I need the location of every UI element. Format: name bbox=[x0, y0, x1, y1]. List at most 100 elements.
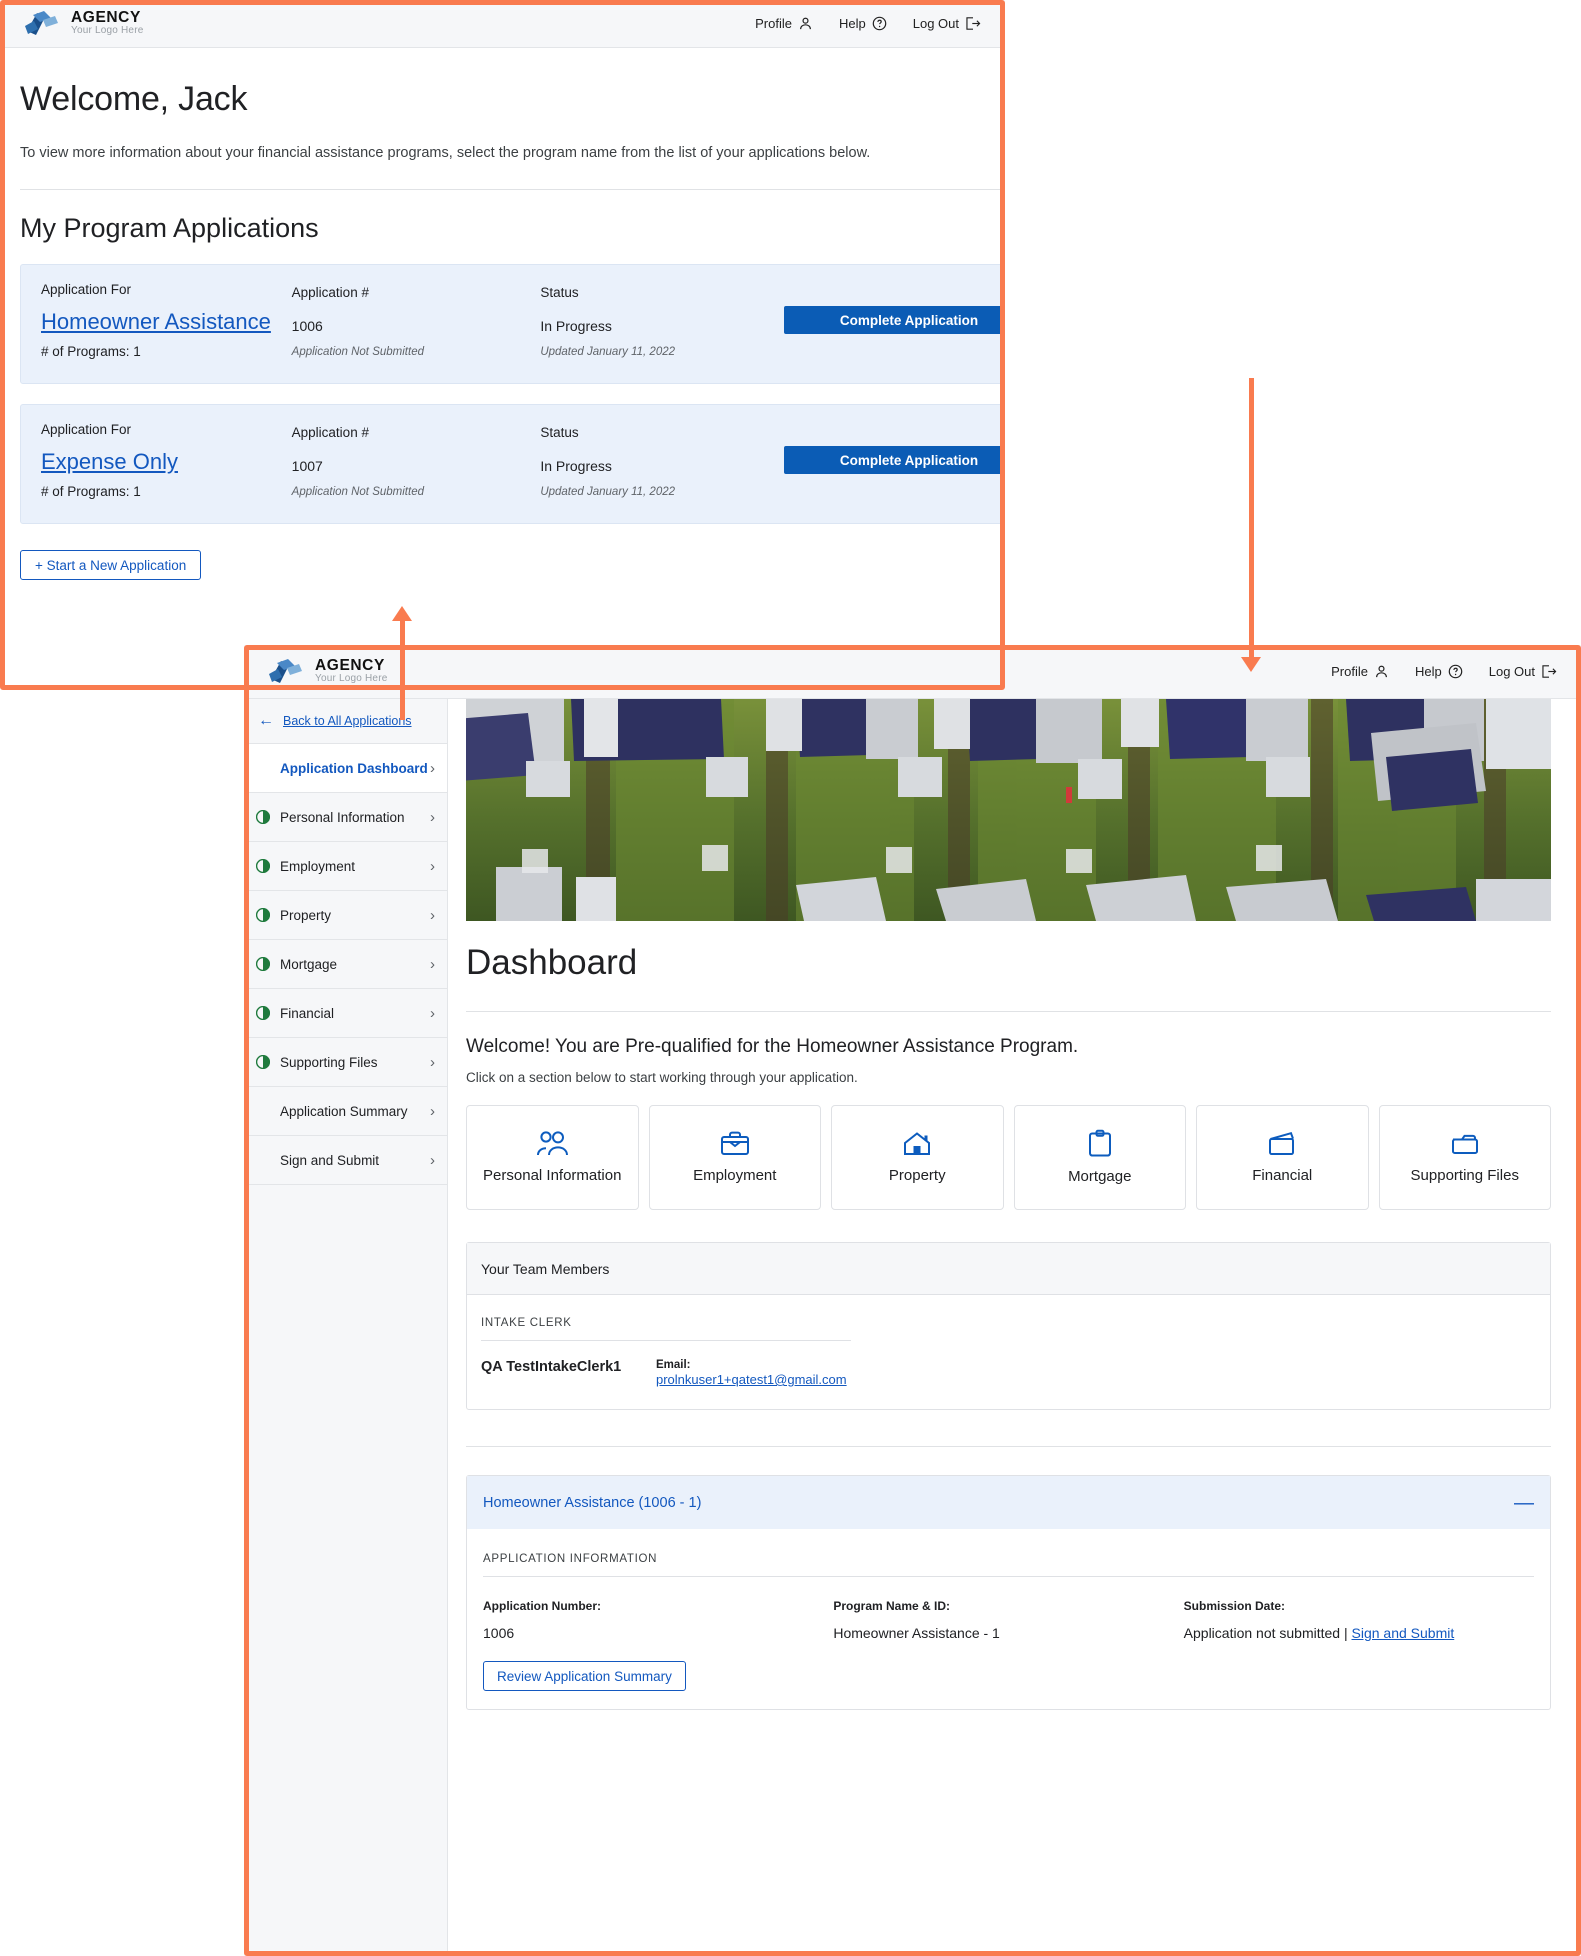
half-progress-icon bbox=[256, 859, 272, 873]
application-card[interactable]: Application For Expense Only # of Progra… bbox=[20, 404, 1005, 524]
tile-mortgage[interactable]: Mortgage bbox=[1013, 1105, 1186, 1210]
sidebar-item-label: Supporting Files bbox=[280, 1054, 378, 1070]
team-member-email-link[interactable]: prolnkuser1+qatest1@gmail.com bbox=[656, 1372, 847, 1387]
aerial-neighborhood-image bbox=[466, 699, 1551, 921]
team-member-row: QA TestIntakeClerk1 Email: prolnkuser1+q… bbox=[481, 1359, 1536, 1389]
dashboard-main: Dashboard Welcome! You are Pre-qualified… bbox=[448, 699, 1581, 1956]
col-header-application-number: Application # bbox=[291, 425, 369, 440]
aerial-photo-illustration bbox=[466, 699, 1551, 921]
sidebar-item-property[interactable]: Property › bbox=[244, 891, 447, 940]
application-action-col: Complete Application bbox=[784, 422, 1005, 523]
collapse-minus-icon[interactable]: — bbox=[1514, 1493, 1534, 1513]
chevron-right-icon: › bbox=[430, 808, 435, 826]
col-header-application-for: Application For bbox=[41, 422, 132, 437]
chevron-right-icon: › bbox=[430, 906, 435, 924]
sidebar-item-supporting-files[interactable]: Supporting Files › bbox=[244, 1038, 447, 1087]
logout-link[interactable]: Log Out bbox=[1489, 664, 1557, 679]
dashboard-title: Dashboard bbox=[466, 943, 638, 982]
application-status-col: Status In Progress Updated January 11, 2… bbox=[540, 422, 784, 523]
sidebar-item-label: Employment bbox=[280, 858, 356, 874]
agency-logo-title: AGENCY bbox=[71, 9, 141, 27]
application-card[interactable]: Application For Homeowner Assistance # o… bbox=[20, 264, 1005, 384]
col-header-status: Status bbox=[540, 285, 579, 300]
help-link[interactable]: Help bbox=[839, 16, 887, 31]
start-new-application-button[interactable]: + Start a New Application bbox=[20, 550, 202, 580]
review-application-summary-button[interactable]: Review Application Summary bbox=[483, 1661, 686, 1691]
agency-logo: AGENCY Your Logo Here bbox=[268, 657, 387, 687]
inner-app-bar: AGENCY Your Logo Here Profile Help Log O… bbox=[244, 645, 1581, 699]
tile-financial[interactable]: Financial bbox=[1196, 1105, 1369, 1210]
program-link[interactable]: Expense Only bbox=[41, 449, 178, 475]
sidebar-item-personal-information[interactable]: Personal Information › bbox=[244, 793, 447, 842]
sidebar-item-label: Application Summary bbox=[280, 1103, 408, 1119]
prequalified-message: Welcome! You are Pre-qualified for the H… bbox=[466, 1036, 1079, 1057]
house-icon bbox=[904, 1132, 931, 1155]
sidebar-item-employment[interactable]: Employment › bbox=[244, 842, 447, 891]
screenshot-stage: AGENCY Your Logo Here Profile Help Log O… bbox=[0, 0, 1581, 1956]
application-number-note: Application Not Submitted bbox=[291, 486, 424, 498]
col-header-application-number: Application # bbox=[291, 285, 369, 300]
field-value: 1006 bbox=[483, 1625, 515, 1641]
people-icon bbox=[537, 1131, 569, 1156]
program-count: # of Programs: 1 bbox=[41, 484, 141, 499]
back-to-all-applications-link[interactable]: ← Back to All Applications bbox=[244, 699, 447, 744]
sidebar-item-application-summary[interactable]: Application Summary › bbox=[244, 1087, 447, 1136]
program-accordion: Homeowner Assistance (1006 - 1) — APPLIC… bbox=[466, 1475, 1551, 1710]
tile-employment[interactable]: Employment bbox=[648, 1105, 821, 1210]
application-information-caption: APPLICATION INFORMATION bbox=[483, 1553, 658, 1565]
team-members-panel: Your Team Members INTAKE CLERK QA TestIn… bbox=[466, 1242, 1551, 1410]
application-status-value: In Progress bbox=[540, 458, 612, 474]
tile-label: Mortgage bbox=[1068, 1168, 1132, 1185]
agency-logo-tagline: Your Logo Here bbox=[315, 673, 388, 685]
wallet-icon bbox=[1269, 1131, 1295, 1155]
application-status-note: Updated January 11, 2022 bbox=[540, 486, 676, 498]
tile-property[interactable]: Property bbox=[831, 1105, 1004, 1210]
half-progress-icon bbox=[256, 1006, 272, 1020]
application-number-col: Application # 1006 Application Not Submi… bbox=[292, 282, 541, 383]
chevron-right-icon: › bbox=[430, 1151, 435, 1169]
tile-personal-information[interactable]: Personal Information bbox=[466, 1105, 639, 1210]
logout-icon bbox=[1542, 665, 1557, 678]
outer-page-body: Welcome, Jack To view more information a… bbox=[0, 80, 1005, 580]
question-circle-icon bbox=[1448, 664, 1463, 679]
application-number-value: 1007 bbox=[291, 458, 323, 474]
help-link[interactable]: Help bbox=[1415, 664, 1463, 679]
sidebar-item-mortgage[interactable]: Mortgage › bbox=[244, 940, 447, 989]
dashboard-subtitle: Click on a section below to start workin… bbox=[466, 1070, 858, 1085]
user-icon bbox=[1376, 665, 1387, 678]
sidebar-item-label: Property bbox=[280, 907, 332, 923]
submission-date-field: Submission Date: Application not submitt… bbox=[1184, 1599, 1534, 1641]
tile-supporting-files[interactable]: Supporting Files bbox=[1378, 1105, 1551, 1210]
sidebar-item-financial[interactable]: Financial › bbox=[244, 989, 447, 1038]
page-title: Welcome, Jack bbox=[20, 80, 248, 118]
annotation-arrow-down bbox=[1241, 378, 1261, 672]
logout-link[interactable]: Log Out bbox=[913, 16, 981, 31]
logout-icon bbox=[966, 17, 981, 30]
chevron-right-icon: › bbox=[430, 1102, 435, 1120]
help-label: Help bbox=[838, 16, 866, 31]
divider bbox=[481, 1340, 851, 1341]
sidebar-item-label: Personal Information bbox=[280, 809, 405, 825]
application-program-col: Application For Homeowner Assistance # o… bbox=[41, 282, 292, 383]
sidebar-item-label: Application Dashboard bbox=[280, 760, 428, 776]
application-program-col: Application For Expense Only # of Progra… bbox=[41, 422, 292, 523]
profile-link[interactable]: Profile bbox=[755, 16, 813, 31]
accordion-body: APPLICATION INFORMATION Application Numb… bbox=[467, 1529, 1550, 1709]
program-link[interactable]: Homeowner Assistance bbox=[41, 309, 271, 335]
chevron-right-icon: › bbox=[430, 1004, 435, 1022]
logout-label: Log Out bbox=[912, 16, 959, 31]
sign-and-submit-link[interactable]: Sign and Submit bbox=[1352, 1625, 1455, 1641]
field-label: Submission Date: bbox=[1183, 1599, 1286, 1613]
chevron-right-icon: › bbox=[430, 1053, 435, 1071]
agency-logo-title: AGENCY bbox=[315, 657, 385, 675]
half-progress-icon bbox=[256, 810, 272, 824]
field-label: Application Number: bbox=[483, 1599, 602, 1613]
sidebar-item-sign-and-submit[interactable]: Sign and Submit › bbox=[244, 1136, 447, 1185]
profile-link[interactable]: Profile bbox=[1331, 664, 1389, 679]
accordion-header[interactable]: Homeowner Assistance (1006 - 1) — bbox=[467, 1476, 1550, 1529]
complete-application-button[interactable]: Complete Application bbox=[784, 306, 1005, 334]
sidebar-item-application-dashboard[interactable]: Application Dashboard › bbox=[244, 744, 447, 793]
complete-application-button[interactable]: Complete Application bbox=[784, 446, 1005, 474]
half-progress-icon bbox=[256, 1055, 272, 1069]
page-intro: To view more information about your fina… bbox=[20, 145, 871, 161]
